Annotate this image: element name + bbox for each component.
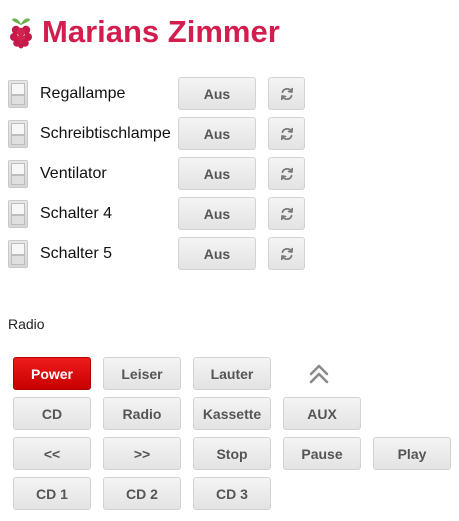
refresh-button[interactable] xyxy=(268,117,305,150)
refresh-icon xyxy=(280,87,293,100)
switch-label: Schreibtischlampe xyxy=(40,125,171,142)
switch-label: Schalter 4 xyxy=(40,205,113,222)
forward-button[interactable]: >> xyxy=(103,437,181,470)
aus-button[interactable]: Aus xyxy=(178,77,256,110)
toggle-switch[interactable] xyxy=(8,240,28,268)
power-button[interactable]: Power xyxy=(13,357,91,390)
kassette-button[interactable]: Kassette xyxy=(193,397,271,430)
cd3-button[interactable]: CD 3 xyxy=(193,477,271,510)
switch-row-schalter-4: Schalter 4 Aus xyxy=(8,197,328,231)
aus-button[interactable]: Aus xyxy=(178,197,256,230)
pause-button[interactable]: Pause xyxy=(283,437,361,470)
toggle-switch[interactable] xyxy=(8,200,28,228)
switch-label: Schalter 5 xyxy=(40,245,113,262)
toggle-switch[interactable] xyxy=(8,160,28,188)
header: Marians Zimmer xyxy=(8,12,280,52)
switch-row-schalter-5: Schalter 5 Aus xyxy=(8,237,328,271)
refresh-icon xyxy=(280,167,293,180)
stop-button[interactable]: Stop xyxy=(193,437,271,470)
lauter-button[interactable]: Lauter xyxy=(193,357,271,390)
cd1-button[interactable]: CD 1 xyxy=(13,477,91,510)
leiser-button[interactable]: Leiser xyxy=(103,357,181,390)
page-title: Marians Zimmer xyxy=(42,14,280,49)
aus-button[interactable]: Aus xyxy=(178,157,256,190)
switch-row-schreibtischlampe: Schreibtischlampe Aus xyxy=(8,117,328,151)
cd2-button[interactable]: CD 2 xyxy=(103,477,181,510)
refresh-icon xyxy=(280,207,293,220)
refresh-icon xyxy=(280,247,293,260)
page: Marians Zimmer Regallampe Aus Schreibtis… xyxy=(0,0,459,521)
toggle-switch[interactable] xyxy=(8,80,28,108)
radio-button[interactable]: Radio xyxy=(103,397,181,430)
toggle-switch[interactable] xyxy=(8,120,28,148)
rewind-button[interactable]: << xyxy=(13,437,91,470)
switch-row-ventilator: Ventilator Aus xyxy=(8,157,328,191)
refresh-icon xyxy=(280,127,293,140)
aus-button[interactable]: Aus xyxy=(178,237,256,270)
refresh-button[interactable] xyxy=(268,157,305,190)
aus-button[interactable]: Aus xyxy=(178,117,256,150)
radio-section-label: Radio xyxy=(8,316,45,332)
raspberry-pi-logo-icon xyxy=(10,18,32,49)
refresh-button[interactable] xyxy=(268,197,305,230)
aux-button[interactable]: AUX xyxy=(283,397,361,430)
refresh-button[interactable] xyxy=(268,237,305,270)
switch-label: Ventilator xyxy=(40,165,107,182)
play-button[interactable]: Play xyxy=(373,437,451,470)
switch-row-regallampe: Regallampe Aus xyxy=(8,77,328,111)
double-chevron-up-icon[interactable] xyxy=(305,361,333,387)
cd-button[interactable]: CD xyxy=(13,397,91,430)
refresh-button[interactable] xyxy=(268,77,305,110)
switch-label: Regallampe xyxy=(40,85,126,102)
